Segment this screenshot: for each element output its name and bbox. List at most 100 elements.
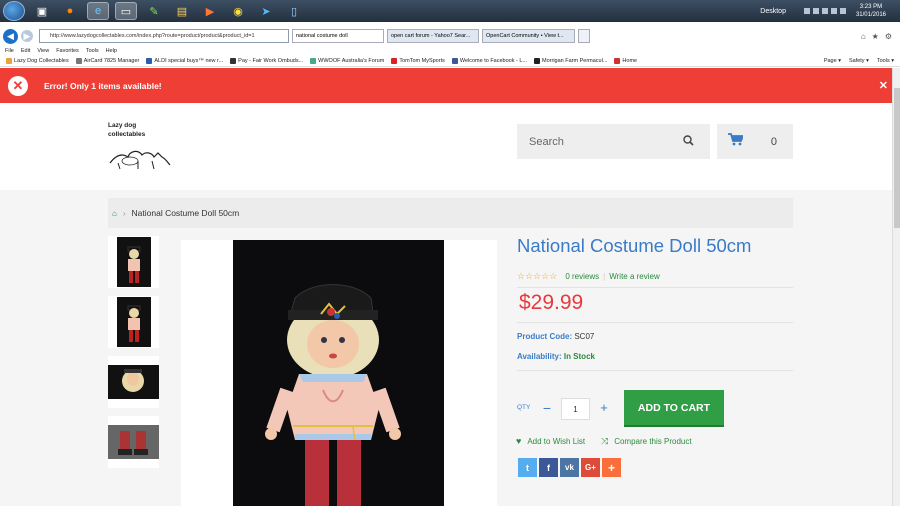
address-bar[interactable]: http://www.lazydogcollectables.com/index…	[39, 29, 289, 43]
home-icon[interactable]: ⌂	[861, 32, 866, 41]
menu-file[interactable]: File	[5, 48, 14, 54]
clock-time: 3:23 PM	[859, 4, 883, 10]
favorite-link[interactable]: Home	[614, 58, 637, 64]
home-icon[interactable]: ⌂	[112, 209, 117, 218]
more-share-icon[interactable]: +	[602, 458, 621, 477]
product-thumbnail[interactable]	[108, 416, 159, 468]
taskbar-firefox-icon[interactable]: ●	[59, 2, 81, 20]
clock[interactable]: 3:23 PM 31/01/2016	[856, 3, 886, 19]
breadcrumb-current[interactable]: National Costume Doll 50cm	[132, 208, 240, 218]
favorites-star-icon[interactable]: ★	[872, 32, 879, 41]
favorite-link[interactable]: AirCard 7825 Manager	[75, 58, 139, 64]
favorite-link[interactable]: Pay - Fair Work Ombuds...	[230, 58, 303, 64]
availability-value: In Stock	[563, 352, 595, 361]
toolbar-safety-menu[interactable]: Safety ▾	[849, 58, 869, 64]
favorite-link[interactable]: Welcome to Facebook - L...	[451, 58, 527, 64]
favorite-link[interactable]: Lazy Dog Collectables	[6, 58, 69, 64]
start-button[interactable]	[3, 1, 25, 21]
qty-decrease-button[interactable]: −	[538, 398, 556, 418]
wishlist-label: Add to Wish List	[527, 436, 586, 446]
logo-text-line1: Lazy dog	[108, 122, 137, 129]
menu-tools[interactable]: Tools	[86, 48, 99, 54]
taskbar-app-icon[interactable]: ✎	[143, 2, 165, 20]
cart-count: 0	[770, 135, 777, 148]
favorite-link[interactable]: Morrigan Farm Permacul...	[534, 58, 607, 64]
compare-link[interactable]: ⤨ Compare this Product	[601, 436, 692, 447]
doll-thumbnail-image	[108, 365, 159, 399]
tab-national-costume-doll[interactable]: national costume doll	[292, 29, 384, 43]
favorite-link[interactable]: TomTom MySports	[391, 58, 445, 64]
product-title: National Costume Doll 50cm	[517, 235, 752, 256]
wishlist-link[interactable]: ♥ Add to Wish List	[516, 436, 585, 446]
taskbar-telegram-icon[interactable]: ➤	[255, 2, 277, 20]
tab-opencart-community[interactable]: OpenCart Community • View t...	[482, 29, 575, 43]
menu-help[interactable]: Help	[106, 48, 117, 54]
product-code-value: SC07	[574, 332, 595, 341]
scrollbar-thumb[interactable]	[894, 88, 900, 228]
desktop-label[interactable]: Desktop	[760, 8, 786, 15]
qty-label: QTY	[517, 404, 531, 411]
social-share-bar: t f vk G+ +	[518, 458, 621, 477]
qty-increase-button[interactable]: +	[595, 398, 613, 418]
divider	[517, 287, 793, 288]
menu-favorites[interactable]: Favorites	[56, 48, 79, 54]
taskbar-explorer-icon[interactable]: ▣	[31, 2, 53, 20]
alert-close-icon[interactable]: ✕	[879, 79, 888, 92]
error-alert: ✕ Error! Only 1 items available! ✕	[0, 68, 892, 103]
toolbar-page-menu[interactable]: Page ▾	[824, 58, 841, 64]
menu-view[interactable]: View	[37, 48, 49, 54]
forward-button[interactable]: ▶	[21, 30, 33, 42]
taskbar-folder-icon[interactable]: ▤	[171, 2, 193, 20]
product-thumbnail[interactable]	[108, 296, 159, 348]
back-button[interactable]: ◀	[3, 28, 18, 44]
taskbar-chrome-icon[interactable]: ◉	[227, 2, 249, 20]
shopping-cart-icon	[728, 132, 745, 151]
qty-input[interactable]	[561, 398, 590, 420]
menu-bar: File Edit View Favorites Tools Help	[0, 46, 900, 56]
tab-yahoo-search[interactable]: open cart forum - Yahoo7 Sear...	[387, 29, 479, 43]
heart-icon: ♥	[516, 436, 522, 446]
windows-taskbar: ▣ ● e ▭ ✎ ▤ ▶ ◉ ➤ ▯ Desktop 3:23 PM 31/0…	[0, 0, 900, 22]
alert-message: Error! Only 1 items available!	[44, 80, 162, 91]
rating-row: ☆☆☆☆☆ 0 reviews | Write a review	[517, 271, 660, 282]
product-thumbnail[interactable]	[108, 356, 159, 408]
rating-divider: |	[603, 272, 606, 281]
rating-stars-icon: ☆☆☆☆☆	[517, 271, 558, 281]
add-to-cart-button[interactable]: ADD TO CART	[624, 390, 724, 425]
favorite-link[interactable]: WWOOF Australia's Forum	[310, 58, 384, 64]
site-header: Lazy dog collectables 0	[0, 103, 892, 190]
google-plus-share-icon[interactable]: G+	[581, 458, 600, 477]
settings-gear-icon[interactable]: ⚙	[885, 32, 892, 41]
facebook-share-icon[interactable]: f	[539, 458, 558, 477]
reviews-link[interactable]: 0 reviews	[565, 272, 599, 281]
taskbar-media-icon[interactable]: ▶	[199, 2, 221, 20]
product-thumbnail[interactable]	[108, 236, 159, 288]
vk-share-icon[interactable]: vk	[560, 458, 579, 477]
cart-button[interactable]: 0	[717, 124, 793, 159]
write-review-link[interactable]: Write a review	[609, 272, 660, 281]
twitter-share-icon[interactable]: t	[518, 458, 537, 477]
main-product-image[interactable]	[233, 240, 444, 506]
product-code-row: Product Code: SC07	[517, 332, 594, 341]
toolbar-tools-menu[interactable]: Tools ▾	[877, 58, 894, 64]
availability-row: Availability: In Stock	[517, 352, 595, 361]
favorites-bar: Lazy Dog Collectables AirCard 7825 Manag…	[0, 56, 900, 67]
divider	[517, 322, 793, 323]
search-icon[interactable]	[683, 133, 694, 151]
system-tray[interactable]	[803, 8, 846, 14]
dog-logo-icon	[109, 150, 171, 170]
error-x-icon: ✕	[8, 75, 28, 96]
breadcrumb: ⌂ › National Costume Doll 50cm	[108, 198, 793, 228]
favorite-link[interactable]: ALDI special buys™ new r...	[146, 58, 223, 64]
menu-edit[interactable]: Edit	[21, 48, 30, 54]
search-input[interactable]	[517, 135, 677, 148]
site-logo[interactable]: Lazy dog collectables	[108, 121, 178, 176]
taskbar-ie-icon[interactable]: e	[87, 2, 109, 20]
doll-thumbnail-image	[116, 237, 151, 287]
compare-label: Compare this Product	[614, 437, 692, 446]
new-tab-button[interactable]	[578, 29, 590, 43]
page-scrollbar[interactable]	[892, 68, 900, 506]
taskbar-notes-icon[interactable]: ▯	[283, 2, 305, 20]
taskbar-window-icon[interactable]: ▭	[115, 2, 137, 20]
doll-thumbnail-image	[108, 425, 159, 459]
